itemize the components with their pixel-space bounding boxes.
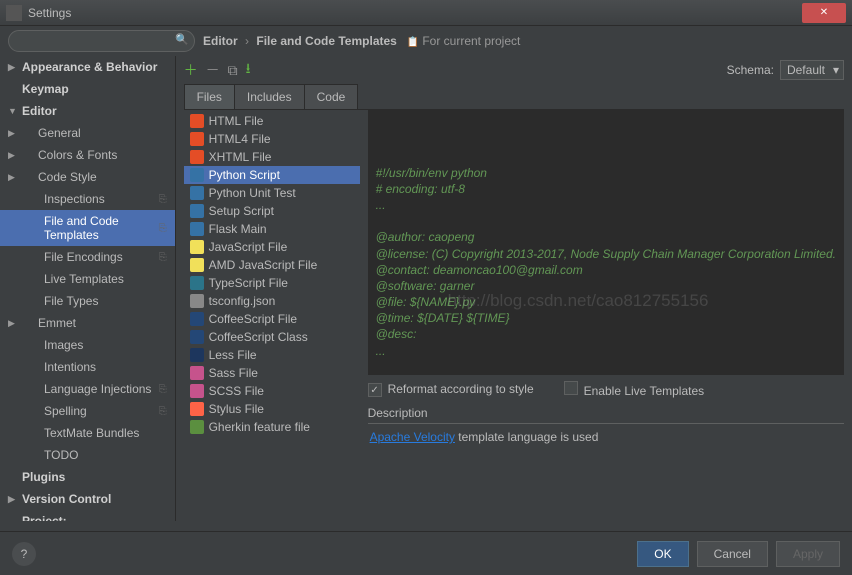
template-item[interactable]: Setup Script <box>184 202 360 220</box>
code-editor[interactable]: http://blog.csdn.net/cao812755156 #!/usr… <box>368 110 844 375</box>
file-icon <box>190 114 204 128</box>
file-icon <box>190 258 204 272</box>
search-input[interactable] <box>8 30 195 52</box>
breadcrumb-scope: For current project <box>422 34 520 48</box>
sidebar-item[interactable]: File Types <box>0 290 175 312</box>
schema-select[interactable]: Default <box>780 60 844 80</box>
sidebar-item[interactable]: Plugins <box>0 466 175 488</box>
remove-button[interactable]: － <box>206 60 220 80</box>
sidebar-item[interactable]: Inspections⎘ <box>0 188 175 210</box>
sidebar-item[interactable]: Spelling⎘ <box>0 400 175 422</box>
content: ＋ － ⧉ ⭳ Schema: Default FilesIncludesCod… <box>176 56 852 521</box>
add-button[interactable]: ＋ <box>184 60 198 80</box>
template-item[interactable]: HTML4 File <box>184 130 360 148</box>
cancel-button[interactable]: Cancel <box>697 541 768 567</box>
template-item[interactable]: CoffeeScript Class <box>184 328 360 346</box>
check-icon <box>564 381 578 395</box>
file-icon <box>190 204 204 218</box>
titlebar: Settings <box>0 0 852 26</box>
template-item[interactable]: CoffeeScript File <box>184 310 360 328</box>
template-item[interactable]: JavaScript File <box>184 238 360 256</box>
sidebar-item[interactable]: Keymap <box>0 78 175 100</box>
file-icon <box>190 420 204 434</box>
template-item[interactable]: TypeScript File <box>184 274 360 292</box>
sidebar-item[interactable]: ▶Code Style <box>0 166 175 188</box>
project-scope-icon <box>407 34 422 48</box>
template-item[interactable]: Stylus File <box>184 400 360 418</box>
description-text: template language is used <box>455 430 598 444</box>
file-icon <box>190 168 204 182</box>
main: ▶Appearance & BehaviorKeymap▼Editor▶Gene… <box>0 56 852 521</box>
tab[interactable]: Code <box>304 84 359 109</box>
file-icon <box>190 240 204 254</box>
template-item[interactable]: Less File <box>184 346 360 364</box>
template-list[interactable]: HTML FileHTML4 FileXHTML FilePython Scri… <box>184 110 360 513</box>
sidebar-item[interactable]: File and Code Templates⎘ <box>0 210 175 246</box>
template-item[interactable]: XHTML File <box>184 148 360 166</box>
file-icon <box>190 186 204 200</box>
window-title: Settings <box>28 6 802 20</box>
search-wrap <box>8 30 195 52</box>
breadcrumb: Editor › File and Code Templates For cur… <box>203 34 520 48</box>
check-icon <box>368 383 382 397</box>
sidebar[interactable]: ▶Appearance & BehaviorKeymap▼Editor▶Gene… <box>0 56 176 521</box>
sidebar-item[interactable]: ▶Colors & Fonts <box>0 144 175 166</box>
sidebar-item[interactable]: Intentions <box>0 356 175 378</box>
ok-button[interactable]: OK <box>637 541 688 567</box>
app-icon <box>6 5 22 21</box>
template-item[interactable]: Python Unit Test <box>184 184 360 202</box>
file-icon <box>190 294 204 308</box>
template-item[interactable]: Python Script <box>184 166 360 184</box>
breadcrumb-b: File and Code Templates <box>256 34 396 48</box>
footer: ? OK Cancel Apply <box>0 531 852 575</box>
export-button[interactable]: ⭳ <box>246 58 251 82</box>
file-icon <box>190 222 204 236</box>
sidebar-item[interactable]: Live Templates <box>0 268 175 290</box>
live-templates-checkbox[interactable]: Enable Live Templates <box>564 381 705 398</box>
sidebar-item[interactable]: File Encodings⎘ <box>0 246 175 268</box>
file-icon <box>190 276 204 290</box>
template-item[interactable]: Gherkin feature file <box>184 418 360 436</box>
file-icon <box>190 312 204 326</box>
sidebar-item[interactable]: ▶Appearance & Behavior <box>0 56 175 78</box>
template-item[interactable]: Sass File <box>184 364 360 382</box>
copy-button[interactable]: ⧉ <box>228 62 238 79</box>
apply-button[interactable]: Apply <box>776 541 840 567</box>
description-label: Description <box>368 406 844 420</box>
tabs: FilesIncludesCode <box>184 84 844 110</box>
description-box: Apache Velocity template language is use… <box>368 423 844 513</box>
template-item[interactable]: AMD JavaScript File <box>184 256 360 274</box>
sidebar-item[interactable]: TODO <box>0 444 175 466</box>
template-item[interactable]: HTML File <box>184 112 360 130</box>
file-icon <box>190 348 204 362</box>
reformat-checkbox[interactable]: Reformat according to style <box>368 382 534 398</box>
sidebar-item[interactable]: ▼Editor <box>0 100 175 122</box>
template-item[interactable]: Flask Main <box>184 220 360 238</box>
template-item[interactable]: SCSS File <box>184 382 360 400</box>
file-icon <box>190 132 204 146</box>
close-button[interactable] <box>802 3 846 23</box>
file-icon <box>190 402 204 416</box>
sidebar-item[interactable]: Images <box>0 334 175 356</box>
toolbar: ＋ － ⧉ ⭳ Schema: Default <box>184 56 844 84</box>
velocity-link[interactable]: Apache Velocity <box>370 430 455 444</box>
sidebar-item[interactable]: TextMate Bundles <box>0 422 175 444</box>
help-button[interactable]: ? <box>12 542 36 566</box>
file-icon <box>190 384 204 398</box>
schema-label: Schema: <box>727 63 774 77</box>
file-icon <box>190 150 204 164</box>
sidebar-item[interactable]: ▶Version Control <box>0 488 175 510</box>
tab[interactable]: Includes <box>234 84 305 109</box>
sidebar-item[interactable]: ▶Project: cbc.dataopr.etl.barn... <box>0 510 175 521</box>
sidebar-item[interactable]: Language Injections⎘ <box>0 378 175 400</box>
tab[interactable]: Files <box>184 84 235 109</box>
file-icon <box>190 330 204 344</box>
breadcrumb-a: Editor <box>203 34 238 48</box>
sidebar-item[interactable]: ▶General <box>0 122 175 144</box>
sidebar-item[interactable]: ▶Emmet <box>0 312 175 334</box>
template-item[interactable]: tsconfig.json <box>184 292 360 310</box>
header-row: Editor › File and Code Templates For cur… <box>0 26 852 56</box>
file-icon <box>190 366 204 380</box>
